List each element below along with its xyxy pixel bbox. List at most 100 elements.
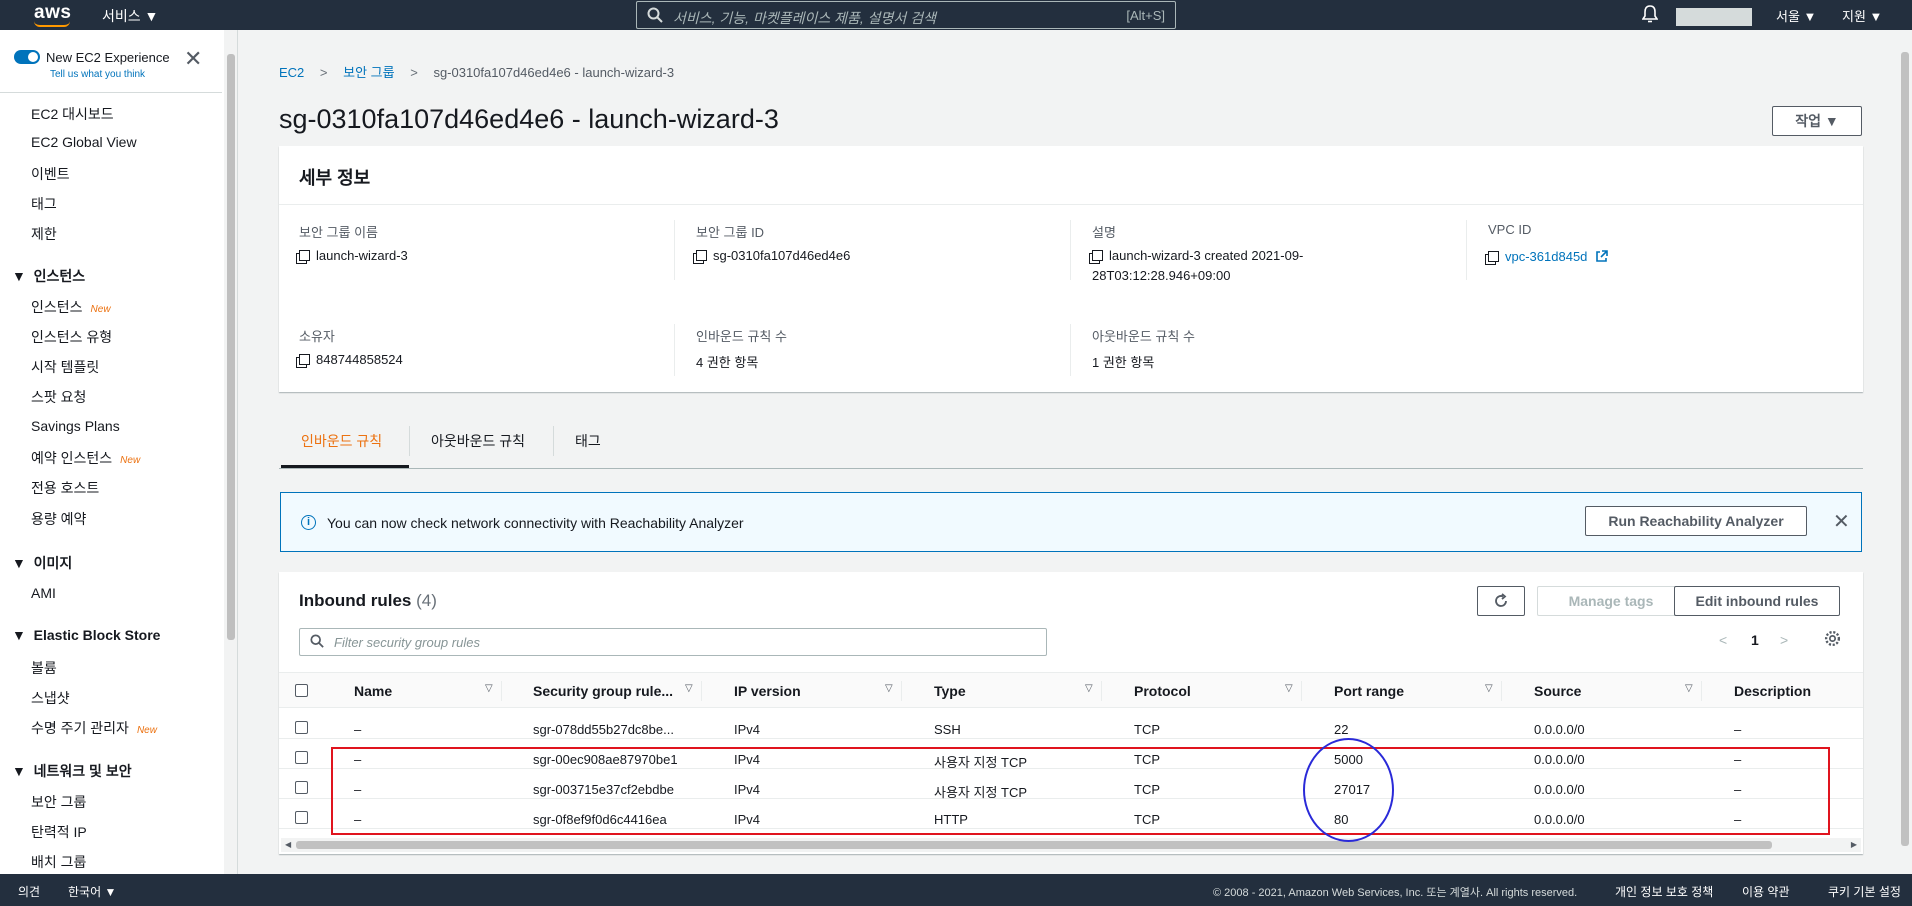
external-link-icon[interactable] xyxy=(1591,249,1608,264)
column-divider[interactable] xyxy=(701,681,702,701)
column-divider[interactable] xyxy=(1101,681,1102,701)
sidebar-item-savings-plans[interactable]: Savings Plans xyxy=(31,418,120,434)
page-number[interactable]: 1 xyxy=(1751,632,1759,648)
column-type[interactable]: Type xyxy=(934,683,966,699)
top-navigation: aws 서비스 ▼ 서비스, 기능, 마켓플레이스 제품, 설명서 검색 [Al… xyxy=(0,0,1912,30)
new-experience-toggle[interactable] xyxy=(14,50,40,64)
services-menu[interactable]: 서비스 ▼ xyxy=(102,6,158,26)
column-divider[interactable] xyxy=(1701,681,1702,701)
column-divider[interactable] xyxy=(1301,681,1302,701)
column-rule-id[interactable]: Security group rule... xyxy=(533,683,673,699)
column-ip-version[interactable]: IP version xyxy=(734,683,801,699)
row-checkbox[interactable] xyxy=(295,751,308,764)
sidebar-item-dedicated-hosts[interactable]: 전용 호스트 xyxy=(31,478,99,498)
sidebar-item-instances[interactable]: 인스턴스 New xyxy=(31,297,111,317)
sidebar-item-instance-types[interactable]: 인스턴스 유형 xyxy=(31,327,112,347)
sort-icon[interactable]: ▽ xyxy=(885,683,893,694)
feedback-link[interactable]: 의견 xyxy=(18,883,40,900)
filter-input[interactable]: Filter security group rules xyxy=(299,628,1047,656)
tab-tags[interactable]: 태그 xyxy=(575,431,601,451)
scroll-right-icon[interactable]: ▶ xyxy=(1851,840,1857,849)
language-selector[interactable]: 한국어 ▼ xyxy=(68,883,116,900)
sort-icon[interactable]: ▽ xyxy=(1485,683,1493,694)
run-reachability-analyzer-button[interactable]: Run Reachability Analyzer xyxy=(1585,506,1807,536)
refresh-button[interactable] xyxy=(1477,586,1525,616)
sidebar-item-global-view[interactable]: EC2 Global View xyxy=(31,134,137,150)
column-protocol[interactable]: Protocol xyxy=(1134,683,1191,699)
actions-button[interactable]: 작업 ▼ xyxy=(1772,106,1862,136)
sidebar-section-network-security[interactable]: ▼ 네트워크 및 보안 xyxy=(12,761,132,781)
support-menu[interactable]: 지원 ▼ xyxy=(1842,6,1882,25)
sidebar-item-security-groups[interactable]: 보안 그룹 xyxy=(31,792,86,812)
column-divider[interactable] xyxy=(901,681,902,701)
edit-inbound-rules-button[interactable]: Edit inbound rules xyxy=(1674,586,1840,616)
sort-icon[interactable]: ▽ xyxy=(485,683,493,694)
column-port-range[interactable]: Port range xyxy=(1334,683,1404,699)
vpc-link[interactable]: vpc-361d845d xyxy=(1505,249,1587,264)
sidebar-item-volumes[interactable]: 볼륨 xyxy=(31,658,57,678)
global-search[interactable]: 서비스, 기능, 마켓플레이스 제품, 설명서 검색 [Alt+S] xyxy=(636,1,1176,29)
sidebar-section-images[interactable]: ▼ 이미지 xyxy=(12,553,72,573)
copy-icon[interactable] xyxy=(696,250,707,261)
sort-icon[interactable]: ▽ xyxy=(1685,683,1693,694)
sidebar: New EC2 Experience Tell us what you thin… xyxy=(0,30,238,874)
sidebar-item-elastic-ips[interactable]: 탄력적 IP xyxy=(31,822,87,842)
close-icon[interactable]: ✕ xyxy=(1833,509,1850,534)
page-scrollbar-thumb[interactable] xyxy=(1901,52,1909,846)
table-horizontal-scrollbar[interactable]: ◀ ▶ xyxy=(281,838,1861,852)
row-checkbox[interactable] xyxy=(295,811,308,824)
sidebar-section-instances[interactable]: ▼ 인스턴스 xyxy=(12,266,85,286)
copy-icon[interactable] xyxy=(299,354,310,365)
sidebar-section-ebs[interactable]: ▼ Elastic Block Store xyxy=(12,627,160,643)
sidebar-item-lifecycle-manager[interactable]: 수명 주기 관리자 New xyxy=(31,718,157,738)
copy-icon[interactable] xyxy=(1092,250,1103,261)
sidebar-item-tags[interactable]: 태그 xyxy=(31,194,57,214)
sidebar-scrollbar-thumb[interactable] xyxy=(227,54,235,640)
next-page-icon[interactable]: > xyxy=(1780,632,1788,648)
breadcrumb-security-groups[interactable]: 보안 그룹 xyxy=(343,65,394,80)
settings-gear-icon[interactable] xyxy=(1824,630,1841,650)
privacy-link[interactable]: 개인 정보 보호 정책 xyxy=(1615,883,1713,900)
cell-port-range: 22 xyxy=(1334,722,1349,737)
cell-ip-version: IPv4 xyxy=(734,812,761,827)
sidebar-item-snapshots[interactable]: 스냅샷 xyxy=(31,688,70,708)
tab-outbound-rules[interactable]: 아웃바운드 규칙 xyxy=(431,431,525,451)
close-icon[interactable]: ✕ xyxy=(184,46,202,72)
sidebar-item-reserved-instances[interactable]: 예약 인스턴스 New xyxy=(31,448,140,468)
previous-page-icon[interactable]: < xyxy=(1719,632,1727,648)
sort-icon[interactable]: ▽ xyxy=(1285,683,1293,694)
region-menu[interactable]: 서울 ▼ xyxy=(1776,6,1816,25)
sort-icon[interactable]: ▽ xyxy=(1085,683,1093,694)
sidebar-item-launch-templates[interactable]: 시작 템플릿 xyxy=(31,357,99,377)
bell-icon[interactable] xyxy=(1641,5,1659,28)
copy-icon[interactable] xyxy=(299,250,310,261)
tab-inbound-rules[interactable]: 인바운드 규칙 xyxy=(301,431,382,451)
column-source[interactable]: Source xyxy=(1534,683,1581,699)
sort-icon[interactable]: ▽ xyxy=(685,683,693,694)
manage-tags-button[interactable]: Manage tags xyxy=(1537,586,1685,616)
terms-link[interactable]: 이용 약관 xyxy=(1742,883,1790,900)
cell-source: 0.0.0.0/0 xyxy=(1534,782,1585,797)
horizontal-scrollbar-thumb[interactable] xyxy=(296,841,1772,849)
feedback-link[interactable]: Tell us what you think xyxy=(50,69,145,80)
row-checkbox[interactable] xyxy=(295,781,308,794)
sidebar-item-spot-requests[interactable]: 스팟 요청 xyxy=(31,387,86,407)
column-name[interactable]: Name xyxy=(354,683,392,699)
sidebar-item-capacity-reservations[interactable]: 용량 예약 xyxy=(31,509,86,529)
sidebar-item-placement-groups[interactable]: 배치 그룹 xyxy=(31,852,86,872)
copy-icon[interactable] xyxy=(1488,251,1499,262)
column-description[interactable]: Description xyxy=(1734,683,1811,699)
column-divider[interactable] xyxy=(501,681,502,701)
sidebar-item-events[interactable]: 이벤트 xyxy=(31,164,70,184)
scroll-left-icon[interactable]: ◀ xyxy=(285,840,291,849)
account-menu[interactable] xyxy=(1676,8,1752,26)
sidebar-item-dashboard[interactable]: EC2 대시보드 xyxy=(31,104,114,124)
row-checkbox[interactable] xyxy=(295,721,308,734)
sidebar-item-ami[interactable]: AMI xyxy=(31,585,56,601)
cookie-preferences-link[interactable]: 쿠키 기본 설정 xyxy=(1828,883,1901,900)
inbound-count-label: 인바운드 규칙 수 xyxy=(696,329,787,344)
column-divider[interactable] xyxy=(1501,681,1502,701)
breadcrumb-ec2[interactable]: EC2 xyxy=(279,65,304,80)
sidebar-item-limits[interactable]: 제한 xyxy=(31,224,57,244)
select-all-checkbox[interactable] xyxy=(295,684,308,697)
